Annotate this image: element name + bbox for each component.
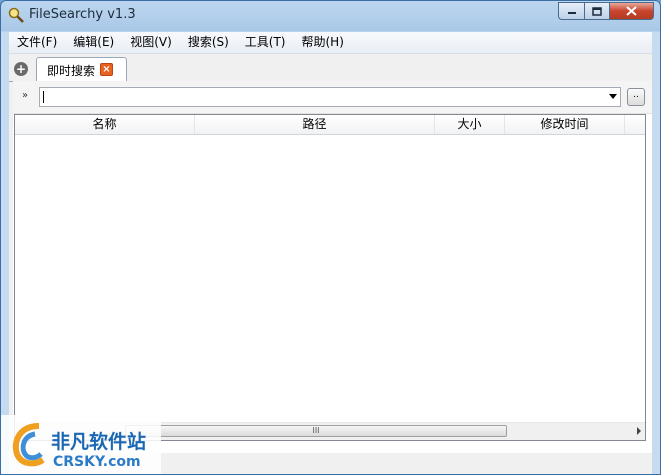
tab-close-icon[interactable]: ×	[100, 63, 113, 76]
column-modified[interactable]: 修改时间	[505, 115, 625, 134]
browse-button[interactable]: ..	[627, 88, 645, 106]
scrollbar-thumb[interactable]: III	[125, 425, 507, 437]
close-icon	[626, 6, 637, 16]
menu-bar: 文件(F) 编辑(E) 视图(V) 搜索(S) 工具(T) 帮助(H)	[9, 32, 652, 54]
minimize-button[interactable]	[558, 2, 584, 20]
title-bar[interactable]: FileSearchy v1.3	[1, 1, 660, 31]
menu-search[interactable]: 搜索(S)	[180, 32, 237, 53]
column-name[interactable]: 名称	[15, 115, 195, 134]
menu-file[interactable]: 文件(F)	[9, 32, 65, 53]
search-row: » ..	[13, 81, 652, 114]
watermark-logo: 非凡软件站 CRSKY.com	[1, 415, 161, 474]
menu-help[interactable]: 帮助(H)	[294, 32, 352, 53]
menu-tools[interactable]: 工具(T)	[237, 32, 294, 53]
maximize-button[interactable]	[584, 2, 610, 20]
watermark-title: 非凡软件站	[51, 431, 147, 453]
scroll-right-icon[interactable]	[637, 427, 641, 435]
window-controls	[558, 2, 654, 20]
magnifier-app-icon	[8, 7, 24, 23]
search-input[interactable]	[39, 87, 621, 107]
tab-label: 即时搜索	[47, 64, 96, 78]
minimize-icon	[567, 12, 576, 14]
menu-edit[interactable]: 编辑(E)	[65, 32, 122, 53]
text-caret	[43, 91, 44, 103]
crsky-logo-icon	[12, 423, 45, 467]
add-tab-icon[interactable]: +	[14, 62, 28, 76]
column-size[interactable]: 大小	[435, 115, 505, 134]
tab-instant-search[interactable]: 即时搜索 ×	[36, 57, 127, 81]
watermark-url: CRSKY.com	[53, 454, 141, 470]
expand-options-icon[interactable]: »	[22, 90, 28, 101]
column-path[interactable]: 路径	[195, 115, 435, 134]
client-area: 文件(F) 编辑(E) 视图(V) 搜索(S) 工具(T) 帮助(H) + 即时…	[9, 32, 652, 474]
window-title: FileSearchy v1.3	[29, 7, 136, 22]
tab-strip: + 即时搜索 ×	[9, 54, 652, 82]
menu-view[interactable]: 视图(V)	[122, 32, 180, 53]
chevron-down-icon[interactable]	[609, 94, 617, 99]
app-window: FileSearchy v1.3 文件(F) 编辑(E) 视图(V) 搜索(S)…	[0, 0, 661, 475]
results-list[interactable]: 名称 路径 大小 修改时间 III	[14, 114, 646, 441]
results-header: 名称 路径 大小 修改时间	[15, 115, 645, 135]
close-button[interactable]	[610, 2, 654, 20]
maximize-icon	[592, 6, 602, 16]
